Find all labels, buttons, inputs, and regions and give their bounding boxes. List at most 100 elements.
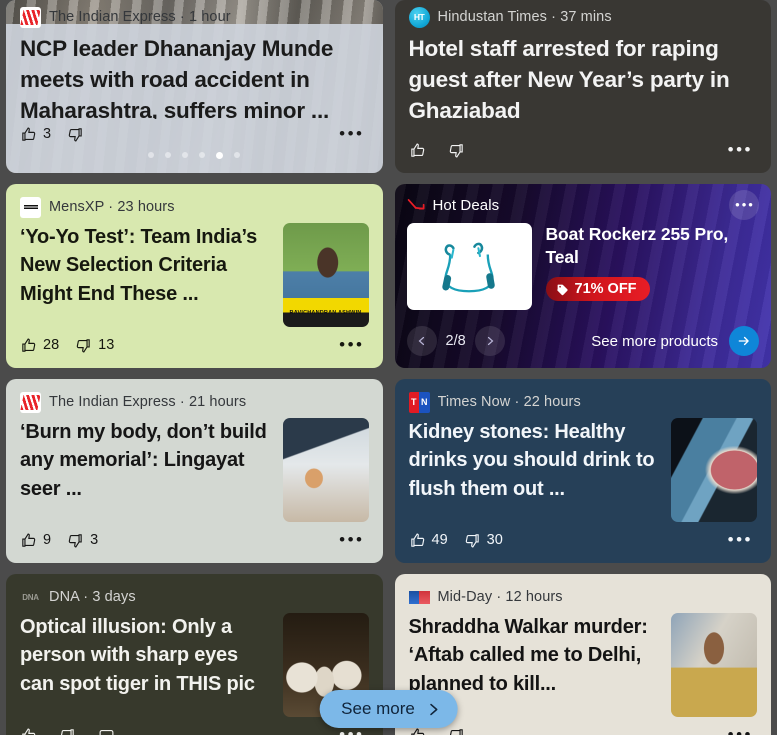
hot-deals-card[interactable]: Hot Deals ••• Boat Rockerz 255 Pro, Teal <box>395 184 772 368</box>
like-count: 28 <box>43 337 60 353</box>
dislike-button[interactable] <box>448 727 471 735</box>
action-row: ••• <box>409 137 758 163</box>
action-row: 9 3 ••• <box>20 527 369 553</box>
like-button[interactable]: 49 <box>409 532 448 549</box>
headline[interactable]: NCP leader Dhananjay Munde meets with ro… <box>20 33 369 119</box>
dislike-button[interactable]: 13 <box>75 337 114 354</box>
thumbs-down-icon <box>76 338 90 352</box>
headline[interactable]: ‘Yo-Yo Test’: Team India’s New Selection… <box>20 223 273 330</box>
like-button[interactable] <box>20 727 43 735</box>
indian-express-logo <box>20 6 41 28</box>
comment-icon <box>99 729 114 735</box>
like-button[interactable] <box>409 142 432 159</box>
hot-deals-header: Hot Deals ••• <box>407 190 759 220</box>
arrow-right-icon <box>738 336 749 346</box>
comment-button[interactable] <box>98 727 115 735</box>
see-more-label: See more <box>341 699 415 718</box>
action-row: ••• <box>20 722 369 735</box>
like-button[interactable]: 3 <box>20 126 51 143</box>
thumbs-up-icon <box>410 143 424 157</box>
like-button[interactable]: 28 <box>20 337 59 354</box>
thumbs-down-icon <box>68 533 82 547</box>
hot-deals-footer: 2/8 See more products <box>406 324 759 358</box>
card-body: Hotel staff arrested for raping guest af… <box>409 33 758 135</box>
hot-deals-title: Hot Deals <box>432 196 500 214</box>
like-count: 49 <box>431 532 448 548</box>
indian-express-logo <box>20 391 41 413</box>
carousel-dot-active[interactable] <box>216 151 224 159</box>
action-row: 49 30 ••• <box>409 527 758 553</box>
dislike-button[interactable]: 3 <box>67 532 98 549</box>
source-name[interactable]: The Indian Express · 1 hour <box>49 9 231 25</box>
like-button[interactable]: 9 <box>20 532 51 549</box>
arrow-right-circle[interactable] <box>729 326 759 356</box>
source-name[interactable]: DNA · 3 days <box>49 589 136 605</box>
thumbs-up-icon <box>22 533 36 547</box>
like-count: 9 <box>43 532 52 548</box>
news-card-grid: The Indian Express · 1 hour NCP leader D… <box>6 0 771 735</box>
dislike-button[interactable] <box>67 126 90 143</box>
chevron-right-icon <box>487 336 494 346</box>
card-body: ‘Yo-Yo Test’: Team India’s New Selection… <box>20 223 369 330</box>
source-name[interactable]: Mid-Day · 12 hours <box>438 589 563 605</box>
news-card-hotel-staff[interactable]: HT Hindustan Times · 37 mins Hotel staff… <box>394 0 771 173</box>
dislike-count: 13 <box>98 337 115 353</box>
thumbs-up-icon <box>22 728 36 735</box>
headline[interactable]: Hotel staff arrested for raping guest af… <box>409 33 758 135</box>
source-name[interactable]: MensXP · 23 hours <box>49 199 175 215</box>
carousel-indicator[interactable] <box>20 147 369 163</box>
source-name[interactable]: Times Now · 22 hours <box>438 394 581 410</box>
article-thumbnail[interactable] <box>282 418 369 522</box>
carousel-dot[interactable] <box>148 152 155 158</box>
thumbs-down-icon <box>449 143 463 157</box>
article-thumbnail[interactable] <box>671 418 757 522</box>
more-options-button[interactable]: ••• <box>339 125 368 142</box>
more-options-button[interactable]: ••• <box>728 726 757 735</box>
thumbs-up-icon <box>22 338 36 352</box>
previous-product-button[interactable] <box>406 326 437 356</box>
article-thumbnail[interactable] <box>671 613 757 717</box>
source-row: The Indian Express · 21 hours <box>20 391 369 413</box>
news-feed: The Indian Express · 1 hour NCP leader D… <box>0 0 777 735</box>
news-card-kidney-stones[interactable]: TN Times Now · 22 hours Kidney stones: H… <box>394 379 771 563</box>
more-options-button[interactable]: ••• <box>339 336 368 353</box>
headline[interactable]: Optical illusion: Only a person with sha… <box>20 613 273 720</box>
headline[interactable]: Kidney stones: Healthy drinks you should… <box>409 418 662 525</box>
card-body: NCP leader Dhananjay Munde meets with ro… <box>20 33 369 119</box>
earbuds-image <box>442 242 495 292</box>
carousel-dot[interactable] <box>182 152 189 158</box>
chevron-left-icon <box>418 336 424 346</box>
see-more-products-button[interactable]: See more products <box>591 326 759 356</box>
carousel-dot[interactable] <box>199 152 206 158</box>
more-options-button[interactable]: ••• <box>728 141 757 158</box>
see-more-products-label: See more products <box>591 332 718 350</box>
source-row: Mid-Day · 12 hours <box>408 586 758 608</box>
product-image[interactable] <box>406 223 532 310</box>
next-product-button[interactable] <box>474 326 505 356</box>
see-more-button[interactable]: See more <box>319 690 458 728</box>
source-name[interactable]: The Indian Express · 21 hours <box>49 394 246 410</box>
product-name[interactable]: Boat Rockerz 255 Pro, Teal <box>546 223 760 269</box>
carousel-dot[interactable] <box>234 152 241 158</box>
action-row: 28 13 ••• <box>20 332 369 358</box>
dislike-button[interactable]: 30 <box>464 532 503 549</box>
hot-deals-more-button[interactable]: ••• <box>729 190 759 220</box>
more-options-button[interactable]: ••• <box>728 531 757 548</box>
news-card-lingayat-seer[interactable]: The Indian Express · 21 hours ‘Burn my b… <box>6 379 383 563</box>
discount-text: 71% OFF <box>574 281 637 298</box>
dislike-button[interactable] <box>448 142 471 159</box>
thumbnail-caption: RAVICHANDRAN ASHWIN <box>289 310 362 316</box>
more-options-button[interactable]: ••• <box>339 726 368 735</box>
discount-badge: 71% OFF <box>545 277 650 302</box>
carousel-dot[interactable] <box>165 152 172 158</box>
headline[interactable]: ‘Burn my body, don’t build any memorial’… <box>20 418 273 525</box>
article-thumbnail[interactable]: RAVICHANDRAN ASHWIN <box>282 223 369 327</box>
card-body: Optical illusion: Only a person with sha… <box>20 613 369 720</box>
dislike-button[interactable] <box>59 727 82 735</box>
news-card-ncp-munde[interactable]: The Indian Express · 1 hour NCP leader D… <box>6 0 383 173</box>
action-row: ••• <box>409 722 758 735</box>
thumbs-down-icon <box>60 728 74 735</box>
more-options-button[interactable]: ••• <box>339 531 368 548</box>
source-name[interactable]: Hindustan Times · 37 mins <box>438 9 612 25</box>
news-card-yoyo-test[interactable]: MensXP · 23 hours ‘Yo-Yo Test’: Team Ind… <box>6 184 383 368</box>
